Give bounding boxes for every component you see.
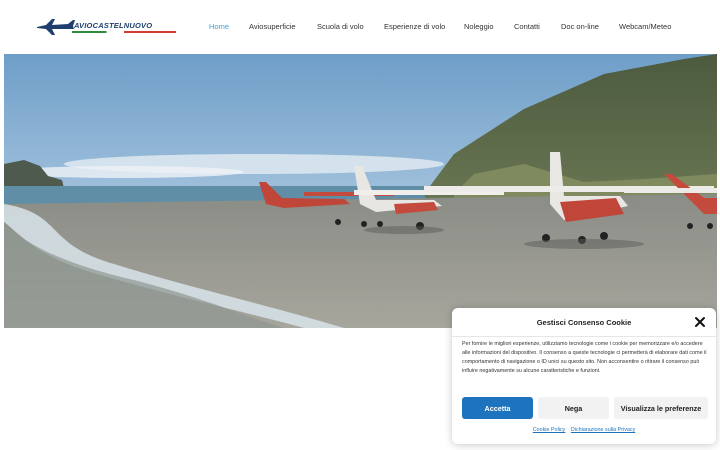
cookie-dialog-title: Gestisci Consenso Cookie: [536, 318, 632, 327]
airplane-logo-icon: [37, 19, 75, 35]
logo-text: AVIOCASTELNUOVO: [74, 21, 153, 30]
cookie-links: Cookie Policy Dichiarazione sulla Privac…: [452, 427, 716, 433]
nav-item-aviosuperficie[interactable]: Aviosuperficie: [249, 22, 296, 31]
nav-item-doc-online[interactable]: Doc on-line: [561, 22, 599, 31]
nav-item-home[interactable]: Home: [209, 22, 229, 31]
nav-item-scuola-di-volo[interactable]: Scuola di volo: [317, 22, 364, 31]
deny-button[interactable]: Nega: [538, 397, 609, 419]
beach-airplanes-illustration: [4, 54, 717, 328]
nav-item-noleggio[interactable]: Noleggio: [464, 22, 494, 31]
logo-flag-stripe: [72, 31, 176, 33]
cookie-policy-link[interactable]: Cookie Policy: [533, 427, 566, 433]
cookie-dialog-text: Per fornire le migliori esperienze, util…: [462, 341, 707, 374]
site-logo[interactable]: AVIOCASTELNUOVO: [36, 16, 176, 38]
page: AVIOCASTELNUOVO Home Aviosuperficie Scuo…: [0, 0, 720, 450]
hero-image: [4, 54, 717, 328]
cookie-consent-dialog: Gestisci Consenso Cookie Per fornire le …: [452, 308, 716, 444]
view-preferences-button[interactable]: Visualizza le preferenze: [614, 397, 708, 419]
privacy-statement-link[interactable]: Dichiarazione sulla Privacy: [571, 427, 635, 433]
nav-item-esperienze-di-volo[interactable]: Esperienze di volo: [384, 22, 445, 31]
cookie-dialog-divider: [452, 336, 716, 337]
nav-item-webcam-meteo[interactable]: Webcam/Meteo: [619, 22, 671, 31]
nav-item-contatti[interactable]: Contatti: [514, 22, 540, 31]
close-icon[interactable]: [694, 316, 706, 328]
site-header: AVIOCASTELNUOVO Home Aviosuperficie Scuo…: [0, 0, 720, 54]
accept-button[interactable]: Accetta: [462, 397, 533, 419]
